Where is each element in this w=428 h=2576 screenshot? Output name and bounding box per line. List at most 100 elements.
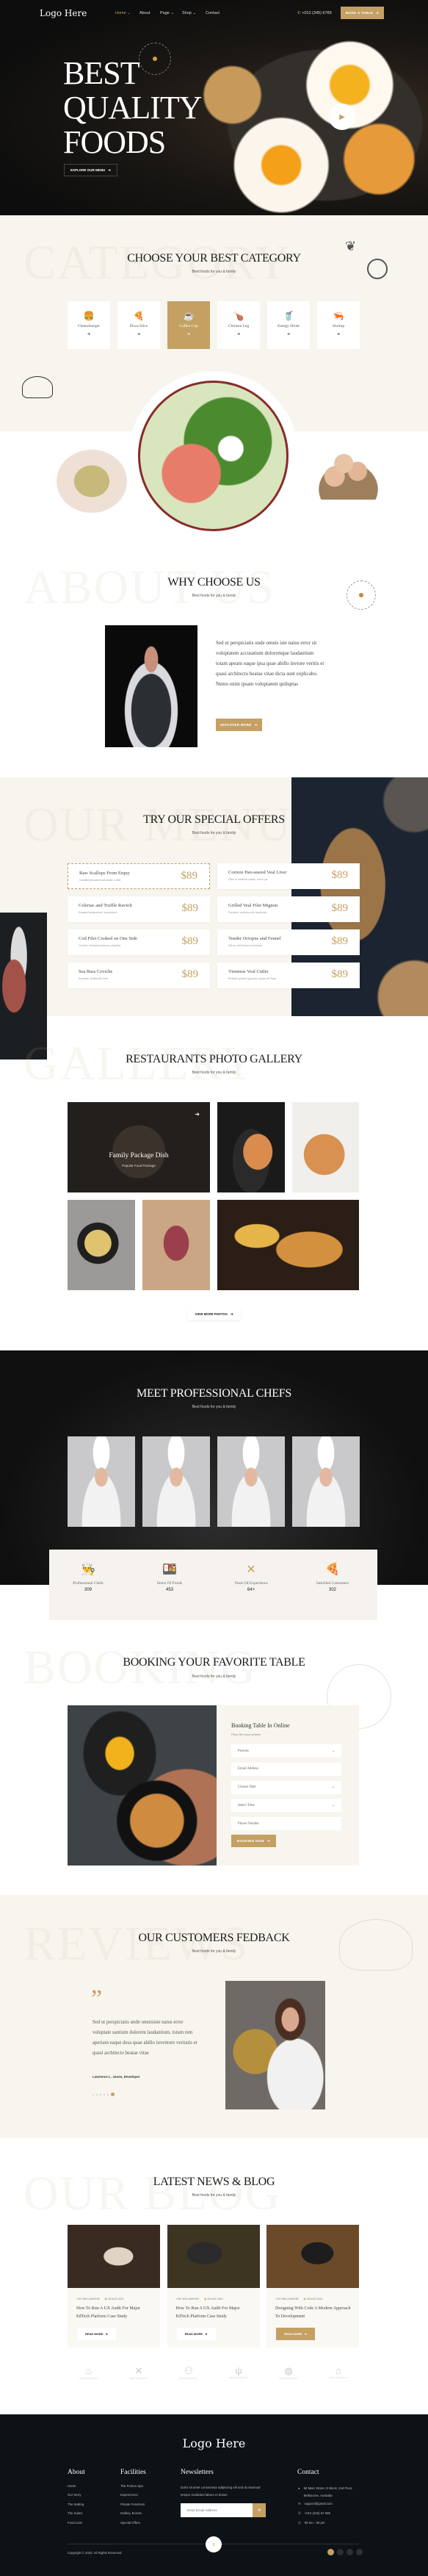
contact-email[interactable]: ✉ support@gmail.com <box>298 2502 333 2506</box>
blog-title[interactable]: Designing With Code A Modern Approach To… <box>275 2305 352 2321</box>
menu-item[interactable]: Cod Filet Cooked on One Side Chorizo, chi… <box>68 929 210 955</box>
book-table-label: BOOK A TABLE <box>345 11 374 15</box>
explore-menu-button[interactable]: EXPLORE OUR MENU ➜ <box>64 164 117 176</box>
section-title: RESTAURANTS PHOTO GALLERY <box>126 1053 302 1065</box>
gallery-steak-image[interactable] <box>142 1200 210 1290</box>
gallery-featured-image[interactable]: ➜ Family Package Dish Popular Food Packa… <box>68 1102 210 1192</box>
nav-item-home[interactable]: Home ⌄ <box>115 11 131 15</box>
food-items-icon: 🍱 <box>162 1564 177 1576</box>
footer-link[interactable]: Food Lists <box>68 2521 82 2525</box>
partner-logo-text: RESTAURANT <box>129 2377 148 2380</box>
booking-field-select-time[interactable]: Select Time ⌄ <box>231 1799 341 1813</box>
booking-now-button[interactable]: BOOKING NOW ➜ <box>231 1835 276 1847</box>
menu-item-name: Tender Octopus and Fennel <box>228 936 281 941</box>
menu-item[interactable]: Tender Octopus and Fennel Citrus, wild fe… <box>217 929 360 955</box>
footer-link[interactable]: Private Functions <box>120 2503 145 2506</box>
slider-dot[interactable] <box>100 2093 101 2095</box>
arrow-right-icon: ➜ <box>186 332 191 337</box>
partner-logo: ψ RESTAURANT <box>222 2365 255 2379</box>
footer-link[interactable]: Our Story <box>68 2493 81 2497</box>
nav-label: About <box>139 11 150 15</box>
newsletter-submit-button[interactable]: ➜ <box>253 2503 266 2517</box>
blog-title[interactable]: How To Run A UX Audit For Major EdTech P… <box>176 2305 253 2321</box>
play-video-button[interactable]: ▶ <box>329 104 355 130</box>
book-table-button[interactable]: BOOK A TABLE ➜ <box>341 7 384 19</box>
logo[interactable]: Logo Here <box>40 8 87 18</box>
hero-title: BEST QUALITY FOODS <box>63 56 203 159</box>
gallery-sandwich-image[interactable] <box>217 1102 285 1192</box>
category-card[interactable]: ☕ Coffee Cup ➜ <box>167 301 210 349</box>
phone-icon: ✆ <box>298 2511 301 2515</box>
footer-link[interactable]: The Suites <box>68 2511 83 2515</box>
footer-link[interactable]: Experiences <box>120 2493 138 2497</box>
blog-image[interactable] <box>68 2225 160 2288</box>
blog-image[interactable] <box>266 2225 359 2288</box>
footer-logo[interactable]: Logo Here <box>0 2436 428 2450</box>
menu-item[interactable]: Sea Bass Ceviche Avocado, buttermilk, lim… <box>68 963 210 988</box>
slider-dot[interactable] <box>93 2093 94 2095</box>
chef-photo[interactable] <box>142 1436 210 1527</box>
read-more-button[interactable]: READ MORE ➜ <box>276 2328 315 2340</box>
contact-hours-text: 08 am - 06 pm <box>304 2521 325 2525</box>
booking-field-persons[interactable]: Persons ⌄ <box>231 1744 341 1757</box>
booking-field-phone-number[interactable]: Phone Number <box>231 1817 341 1831</box>
footer-link[interactable]: Special Offers <box>120 2521 140 2525</box>
blog-date: ▣ 25 AUG 2021 <box>104 2298 123 2300</box>
menu-item[interactable]: Viennese Veal Cutlet Braised spinach gnoc… <box>217 963 360 988</box>
footer-link[interactable]: The Setting <box>68 2503 84 2506</box>
blog-title[interactable]: How To Run A UX Audit For Major EdTech P… <box>76 2305 153 2321</box>
slider-dot[interactable] <box>107 2093 109 2095</box>
discover-more-button[interactable]: DISCOVER MORE ➜ <box>216 719 262 731</box>
footer-link[interactable]: The Pontus Spa <box>120 2484 143 2488</box>
instagram-icon[interactable] <box>356 2549 363 2555</box>
gallery-pasta-image[interactable] <box>68 1200 135 1290</box>
booking-field-email-address[interactable]: Email Address <box>231 1762 341 1776</box>
menu-item-description: Olive or mashed potato, onion jus <box>228 878 268 881</box>
chef-photo[interactable] <box>217 1436 285 1527</box>
view-more-photos-button[interactable]: VIEW MORE PHOTOS ➜ <box>187 1308 241 1320</box>
nav-item-about[interactable]: About <box>139 11 150 15</box>
newsletter-email-input[interactable] <box>181 2503 253 2517</box>
category-card[interactable]: 🥤 Energy Drink ➜ <box>267 301 310 349</box>
contact-address: ● 58 Main Street, D Block, 2nd Floor, Mel… <box>298 2485 364 2500</box>
footer-link[interactable]: Home <box>68 2484 76 2488</box>
partner-logo-text: RESTAURANT <box>79 2377 98 2380</box>
footer-link[interactable]: Gallery, Events <box>120 2511 142 2515</box>
phone[interactable]: ✆ +012 (345) 6789 <box>297 11 332 15</box>
category-card[interactable]: 🍔 Cheeseburger ➜ <box>68 301 110 349</box>
menu-item[interactable]: Correze Pan-seared Veal Liver Olive or ma… <box>217 863 360 889</box>
gallery-pizza-image[interactable] <box>292 1102 359 1192</box>
category-card[interactable]: 🍕 Pizza Slice ➜ <box>117 301 160 349</box>
arrow-right-icon[interactable]: ➜ <box>195 1111 200 1118</box>
booking-field-choose-date[interactable]: Choose Date ⌄ <box>231 1780 341 1794</box>
category-card[interactable]: 🦐 Shrimp ➜ <box>317 301 360 349</box>
slider-dot[interactable] <box>96 2093 98 2095</box>
nav-item-contact[interactable]: Contact <box>206 11 220 15</box>
menu-item[interactable]: Grilled Veal Filet Mignon Pumpkin, endive… <box>217 896 360 922</box>
contact-phone[interactable]: ✆ +012 (345) 67 899 <box>298 2511 330 2516</box>
slider-dot[interactable] <box>111 2093 115 2096</box>
blog-image[interactable] <box>167 2225 260 2288</box>
linkedin-icon[interactable] <box>347 2549 353 2555</box>
facebook-icon[interactable] <box>327 2549 334 2555</box>
section-subtitle: Best foods for you & family <box>192 1674 236 1679</box>
review-author: Lawrence L. Jones, Developer <box>93 2075 140 2079</box>
menu-item[interactable]: Celeriac and Truffle Ravioli Roasted lang… <box>68 896 210 922</box>
menu-item[interactable]: Raw Scallops From Erquy Candied jerusalem… <box>68 863 210 889</box>
menu-item-description: Braised spinach gnocchi, sauce de Pepe <box>228 977 276 980</box>
read-more-button[interactable]: READ MORE ➜ <box>77 2328 116 2340</box>
twitter-icon[interactable] <box>337 2549 344 2555</box>
chef-photo[interactable] <box>292 1436 360 1527</box>
read-more-button[interactable]: READ MORE ➜ <box>176 2328 216 2340</box>
category-card[interactable]: 🍗 Chicken Leg ➜ <box>217 301 260 349</box>
menu-item-price: $89 <box>331 869 349 881</box>
nav-item-page[interactable]: Page ⌄ <box>160 11 174 15</box>
blog-card: ● BY WILLIAMSON ▣ 25 AUG 2021 Designing Wi… <box>266 2225 359 2347</box>
menu-item-price: $89 <box>331 902 349 914</box>
contact-address-text: 58 Main Street, D Block, 2nd Floor, Melb… <box>303 2486 353 2497</box>
gallery-burger-image[interactable] <box>217 1200 359 1290</box>
nav-item-shop[interactable]: Shop ⌄ <box>182 11 196 15</box>
slider-dot[interactable] <box>104 2093 105 2095</box>
chevron-down-icon: ⌄ <box>331 1749 335 1753</box>
chef-photo[interactable] <box>68 1436 135 1527</box>
